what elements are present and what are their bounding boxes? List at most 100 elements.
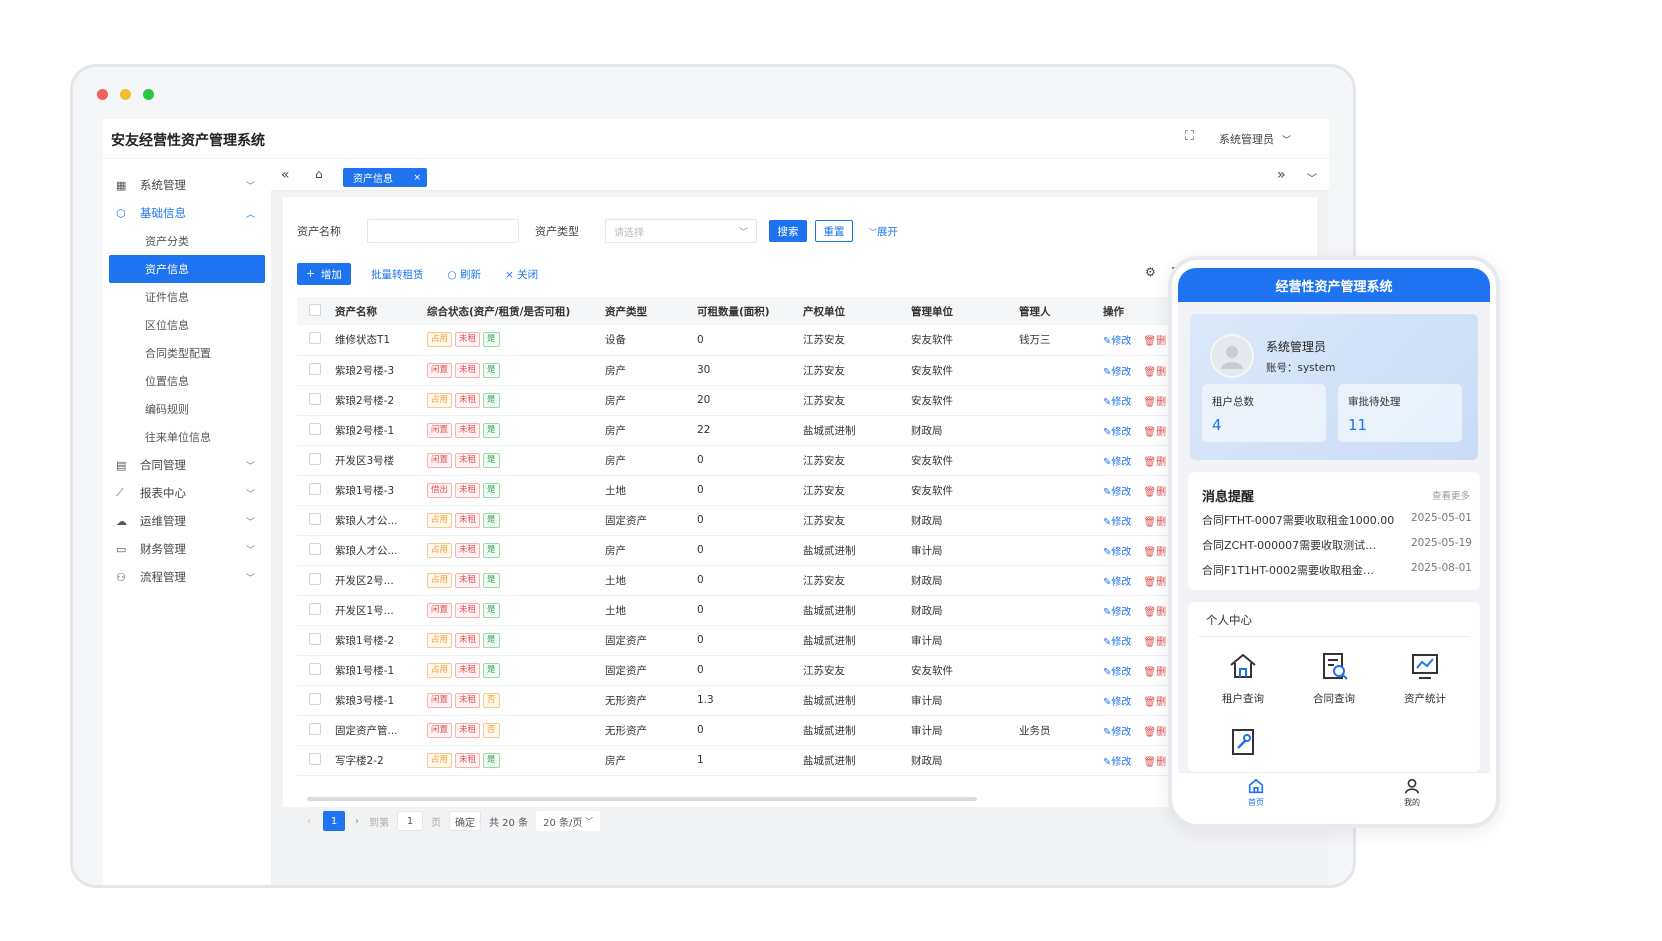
edit-button[interactable]: ✎修改 — [1103, 667, 1131, 678]
next-page-icon[interactable]: › — [355, 816, 359, 827]
delete-button[interactable]: 🗑删 — [1143, 517, 1166, 528]
tile-maintenance[interactable] — [1208, 726, 1278, 761]
table-row[interactable]: 写字楼2-2 占用 未租是房产 1 盐城贰进制 财政局 ✎修改 🗑删 — [297, 745, 1317, 776]
table-row[interactable]: 维修状态T1 占用 未租是设备 0 江苏安友 安友软件 钱万三 ✎修改 🗑删 — [297, 325, 1317, 356]
sidebar-item-ops[interactable]: ☁ 运维管理 ﹀ — [109, 507, 265, 535]
edit-button[interactable]: ✎修改 — [1103, 427, 1131, 438]
table-row[interactable]: 紫琅2号楼-1 闲置 未租是房产 22 盐城贰进制 财政局 ✎修改 🗑删 — [297, 415, 1317, 446]
table-row[interactable]: 固定资产管... 闲置 未租否无形资产 0 盐城贰进制 审计局 业务员 ✎修改 🗑删 — [297, 715, 1317, 746]
delete-button[interactable]: 🗑删 — [1143, 367, 1166, 378]
sidebar-item-basic-info[interactable]: ⬡ 基础信息 ︿ — [109, 199, 265, 227]
page-1-button[interactable]: 1 — [323, 811, 345, 831]
edit-button[interactable]: ✎修改 — [1103, 727, 1131, 738]
sidebar-subitem-contract-type[interactable]: 合同类型配置 — [109, 339, 265, 367]
close-button[interactable]: × 关闭 — [505, 267, 538, 282]
goto-page-input[interactable]: 1 — [397, 811, 423, 831]
edit-button[interactable]: ✎修改 — [1103, 697, 1131, 708]
sidebar-subitem-position[interactable]: 位置信息 — [109, 367, 265, 395]
message-item[interactable]: 合同F1T1HT-0002需要收取租金… 2025-08-01 — [1202, 562, 1472, 578]
message-item[interactable]: 合同ZCHT-000007需要收取测试… 2025-05-19 — [1202, 537, 1472, 553]
refresh-button[interactable]: ○ 刷新 — [448, 267, 482, 282]
column-header[interactable]: 管理单位 — [911, 297, 1019, 325]
edit-button[interactable]: ✎修改 — [1103, 367, 1131, 378]
row-checkbox[interactable] — [309, 602, 321, 615]
row-checkbox[interactable] — [309, 662, 321, 675]
edit-button[interactable]: ✎修改 — [1103, 607, 1131, 618]
stat-tenant-count[interactable]: 租户总数 4 — [1202, 384, 1326, 442]
delete-button[interactable]: 🗑删 — [1143, 697, 1166, 708]
scroll-tabs-right-icon[interactable]: » — [1277, 167, 1286, 183]
reset-button[interactable]: 重置 — [815, 220, 853, 242]
table-row[interactable]: 开发区3号楼 闲置 未租是房产 0 江苏安友 安友软件 ✎修改 🗑删 — [297, 445, 1317, 476]
horizontal-scrollbar[interactable] — [307, 797, 977, 801]
table-row[interactable]: 紫琅1号楼-1 占用 未租是固定资产 0 江苏安友 安友软件 ✎修改 🗑删 — [297, 655, 1317, 686]
edit-button[interactable]: ✎修改 — [1103, 397, 1131, 408]
delete-button[interactable]: 🗑删 — [1143, 667, 1166, 678]
tab-asset-info[interactable]: 资产信息 × — [343, 168, 427, 187]
sidebar-subitem-location-zone[interactable]: 区位信息 — [109, 311, 265, 339]
close-icon[interactable]: × — [413, 173, 421, 183]
table-row[interactable]: 紫琅1号楼-3 借出 未租是土地 0 江苏安友 安友软件 ✎修改 🗑删 — [297, 475, 1317, 506]
minimize-window-button[interactable] — [120, 89, 131, 100]
chevron-down-icon[interactable]: ﹀ — [1307, 170, 1317, 185]
table-row[interactable]: 紫琅1号楼-2 占用 未租是固定资产 0 盐城贰进制 审计局 ✎修改 🗑删 — [297, 625, 1317, 656]
add-button[interactable]: + 增加 — [297, 263, 351, 285]
row-checkbox[interactable] — [309, 452, 321, 465]
confirm-page-button[interactable]: 确定 — [449, 811, 481, 831]
sidebar-item-contract[interactable]: ▤ 合同管理 ﹀ — [109, 451, 265, 479]
table-row[interactable]: 紫琅3号楼-1 闲置 未租否无形资产 1.3 盐城贰进制 审计局 ✎修改 🗑删 — [297, 685, 1317, 716]
batch-lease-button[interactable]: 批量转租赁 — [371, 267, 424, 282]
tile-asset-statistics[interactable]: 资产统计 — [1390, 650, 1460, 706]
column-header[interactable]: 产权单位 — [803, 297, 911, 325]
message-item[interactable]: 合同FTHT-0007需要收取租金1000.00 2025-05-01 — [1202, 512, 1472, 528]
tile-contract-query[interactable]: 合同查询 — [1299, 650, 1369, 706]
table-row[interactable]: 紫琅2号楼-3 闲置 未租是房产 30 江苏安友 安友软件 ✎修改 🗑删 — [297, 355, 1317, 386]
user-menu[interactable]: 系统管理员 ﹀ — [1219, 131, 1291, 147]
prev-page-icon[interactable]: ‹ — [307, 816, 311, 827]
row-checkbox[interactable] — [309, 512, 321, 525]
column-header[interactable]: 资产名称 — [335, 297, 427, 325]
home-icon[interactable]: ⌂ — [315, 167, 323, 181]
asset-name-input[interactable] — [367, 219, 519, 243]
sidebar-item-reports[interactable]: ⟋ 报表中心 ﹀ — [109, 479, 265, 507]
sidebar-subitem-partner-units[interactable]: 往来单位信息 — [109, 423, 265, 451]
row-checkbox[interactable] — [309, 332, 321, 345]
row-checkbox[interactable] — [309, 542, 321, 555]
table-row[interactable]: 紫琅人才公... 占用 未租是房产 0 盐城贰进制 审计局 ✎修改 🗑删 — [297, 535, 1317, 566]
edit-button[interactable]: ✎修改 — [1103, 457, 1131, 468]
delete-button[interactable]: 🗑删 — [1143, 607, 1166, 618]
row-checkbox[interactable] — [309, 632, 321, 645]
table-row[interactable]: 开发区2号... 占用 未租是土地 0 江苏安友 财政局 ✎修改 🗑删 — [297, 565, 1317, 596]
close-window-button[interactable] — [97, 89, 108, 100]
row-checkbox[interactable] — [309, 482, 321, 495]
delete-button[interactable]: 🗑删 — [1143, 637, 1166, 648]
gear-icon[interactable]: ⚙ — [1145, 265, 1156, 279]
sidebar-subitem-certificate[interactable]: 证件信息 — [109, 283, 265, 311]
edit-button[interactable]: ✎修改 — [1103, 517, 1131, 528]
delete-button[interactable]: 🗑删 — [1143, 427, 1166, 438]
edit-button[interactable]: ✎修改 — [1103, 487, 1131, 498]
row-checkbox[interactable] — [309, 722, 321, 735]
table-row[interactable]: 开发区1号... 闲置 未租是土地 0 盐城贰进制 财政局 ✎修改 🗑删 — [297, 595, 1317, 626]
table-row[interactable]: 紫琅人才公... 占用 未租是固定资产 0 江苏安友 财政局 ✎修改 🗑删 — [297, 505, 1317, 536]
edit-button[interactable]: ✎修改 — [1103, 757, 1131, 768]
expand-filter-link[interactable]: ﹀展开 — [869, 224, 898, 239]
delete-button[interactable]: 🗑删 — [1143, 336, 1166, 347]
edit-button[interactable]: ✎修改 — [1103, 547, 1131, 558]
table-row[interactable]: 紫琅2号楼-2 占用 未租是房产 20 江苏安友 安友软件 ✎修改 🗑删 — [297, 385, 1317, 416]
sidebar-subitem-asset-category[interactable]: 资产分类 — [109, 227, 265, 255]
column-header[interactable]: 管理人 — [1019, 297, 1103, 325]
select-all-checkbox[interactable] — [309, 303, 321, 316]
sidebar-subitem-coding-rules[interactable]: 编码规则 — [109, 395, 265, 423]
maximize-window-button[interactable] — [143, 89, 154, 100]
see-more-link[interactable]: 查看更多 — [1432, 488, 1470, 502]
delete-button[interactable]: 🗑删 — [1143, 727, 1166, 738]
page-size-select[interactable]: 20 条/页 ﹀ — [536, 811, 601, 831]
sidebar-item-system[interactable]: ▦ 系统管理 ﹀ — [109, 171, 265, 199]
column-header[interactable]: 可租数量(面积) — [697, 297, 803, 325]
row-checkbox[interactable] — [309, 572, 321, 585]
sidebar-item-flow[interactable]: ⚇ 流程管理 ﹀ — [109, 563, 265, 591]
row-checkbox[interactable] — [309, 752, 321, 765]
row-checkbox[interactable] — [309, 392, 321, 405]
delete-button[interactable]: 🗑删 — [1143, 757, 1166, 768]
